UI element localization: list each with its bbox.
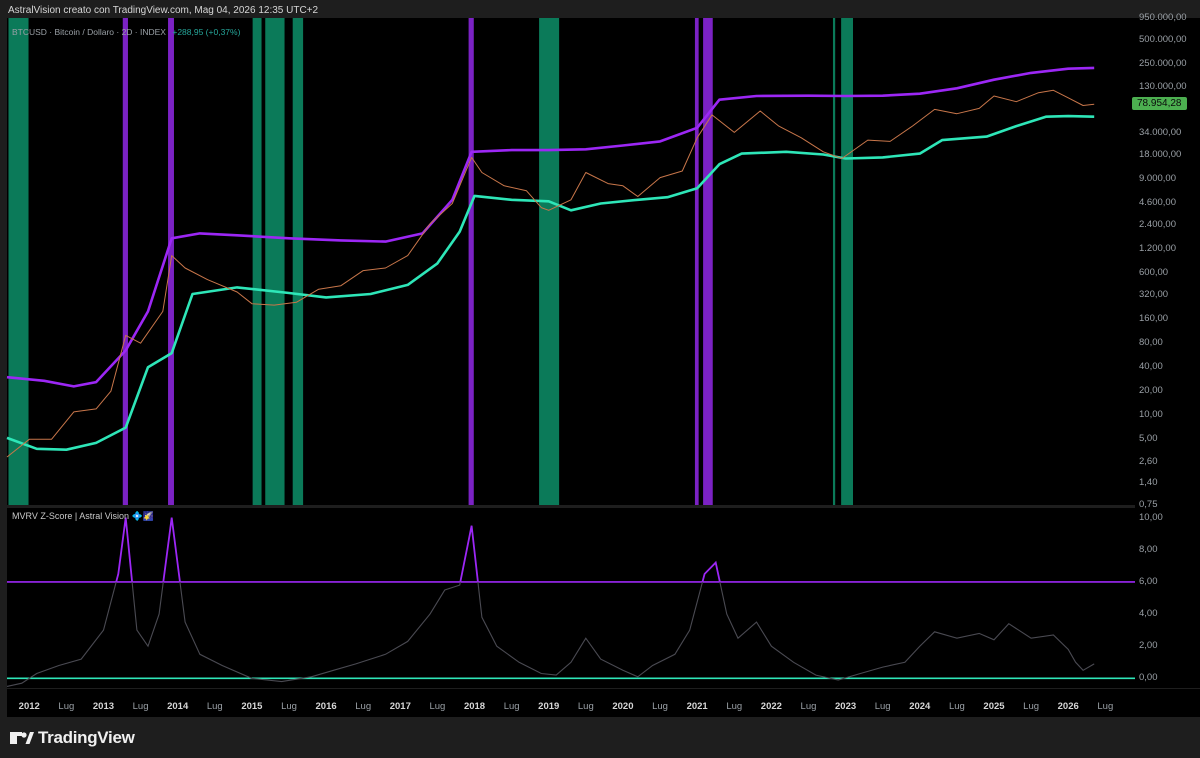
time-axis-year-label: 2026 [1057,701,1079,712]
zone-band-green [841,18,853,505]
zone-band-purple [122,18,128,505]
zone-band-green [8,18,29,505]
price-axis-tick: 600,00 [1139,267,1169,279]
price-axis-tick: 80,00 [1139,337,1163,349]
time-axis-year-label: 2013 [92,701,115,712]
zone-band-purple [703,18,713,505]
price-axis-tick: 34.000,00 [1139,127,1182,139]
price-axis-tick: 2,60 [1139,455,1158,467]
time-axis-year-label: 2018 [463,701,486,712]
zscore-axis-tick: 8,00 [1139,543,1158,555]
time-axis-month-label: Lug [281,701,297,712]
zscore-axis-tick: 10,00 [1139,511,1163,523]
time-axis-month-label: Lug [800,701,817,712]
time-axis-year-label: 2022 [760,701,782,712]
time-axis-month-label: Lug [503,701,520,712]
zscore-axis-tick: 6,00 [1139,575,1158,587]
time-axis-month-label: Lug [429,701,446,712]
zscore-axis-tick: 0,00 [1139,672,1158,684]
price-axis-bg [1135,18,1200,688]
chart-frame: AstralVision creato con TradingView.com,… [0,0,1200,758]
time-axis-year-label: 2019 [538,701,560,712]
zone-band-green [265,18,285,505]
zone-band-green [539,18,560,505]
time-axis-year-label: 2012 [18,701,40,712]
zone-band-green [292,18,304,505]
zone-band-green [832,18,836,505]
price-axis-tick: 0,75 [1139,499,1158,510]
time-axis-year-label: 2017 [389,701,411,712]
sub-pane-bg [7,508,1135,688]
symbol-line: BTCUSD · Bitcoin / Dollaro · 2D · INDEX [12,27,166,37]
time-axis-year-label: 2016 [315,701,337,712]
price-axis-tick: 500.000,00 [1139,34,1187,46]
time-axis-month-label: Lug [355,701,372,712]
tradingview-logo-icon [10,732,34,744]
zone-band-green [252,18,262,505]
price-axis-tick: 130.000,00 [1139,80,1187,92]
time-axis-month-label: Lug [948,701,965,712]
time-axis-month-label: Lug [874,701,891,712]
price-axis-tick: 1.200,00 [1139,243,1176,255]
price-axis-tick: 2.400,00 [1139,219,1176,231]
time-axis-year-label: 2014 [167,701,189,712]
brand-name[interactable]: TradingView [38,728,135,748]
time-axis-year-label: 2025 [983,701,1005,712]
last-price-badge: 78.954,28 [1132,97,1187,110]
symbol-legend[interactable]: BTCUSD · Bitcoin / Dollaro · 2D · INDEX … [12,27,240,37]
price-axis-tick: 160,00 [1139,313,1169,325]
time-axis-month-label: Lug [58,701,75,712]
price-axis-tick: 250.000,00 [1139,58,1187,70]
price-axis-tick: 40,00 [1139,361,1163,373]
zscore-axis-tick: 2,00 [1139,640,1158,652]
price-axis-tick: 1,40 [1139,477,1158,489]
price-axis-tick: 4.600,00 [1139,196,1176,208]
time-axis-month-label: Lug [577,701,594,712]
price-axis-tick: 5,00 [1139,433,1158,445]
price-axis-tick: 9.000,00 [1139,173,1176,185]
price-change: +288,95 (+0,37%) [172,27,241,37]
price-axis-tick: 950.000,00 [1139,12,1187,23]
time-axis-year-label: 2021 [686,701,708,712]
zone-band-purple [468,18,474,505]
time-axis-year-label: 2024 [909,701,931,712]
time-axis-year-label: 2015 [241,701,263,712]
price-axis-tick: 20,00 [1139,385,1163,397]
indicator-legend[interactable]: MVRV Z-Score | Astral Vision 💠🌠 [12,511,154,522]
zscore-axis-tick: 4,00 [1139,608,1158,620]
time-axis-year-label: 2023 [835,701,857,712]
main-pane-bg [7,18,1135,505]
time-axis-month-label: Lug [1097,701,1114,712]
time-axis-month-label: Lug [1023,701,1040,712]
chart-canvas[interactable] [0,0,1200,758]
time-axis-month-label: Lug [726,701,743,712]
price-axis-tick: 320,00 [1139,289,1169,301]
price-axis-tick: 10,00 [1139,409,1163,421]
time-axis-month-label: Lug [206,701,223,712]
time-axis-month-label: Lug [652,701,668,712]
zone-band-purple [694,18,699,505]
time-axis-year-label: 2020 [612,701,634,712]
price-axis-tick: 18.000,00 [1139,149,1182,161]
time-axis-month-label: Lug [132,701,149,712]
